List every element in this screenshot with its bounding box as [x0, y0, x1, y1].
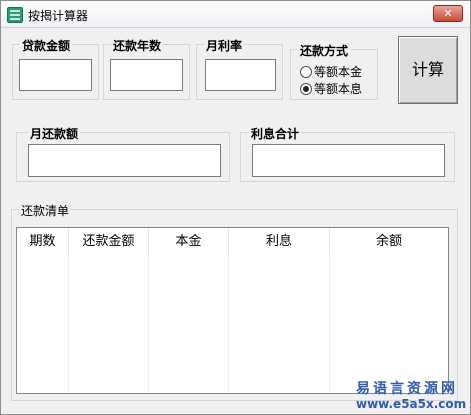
title-bar: 按揭计算器 ✕: [1, 1, 470, 28]
column-header-principal[interactable]: 本金: [149, 228, 229, 253]
window-title: 按揭计算器: [28, 9, 89, 23]
column-header-balance[interactable]: 余额: [330, 228, 448, 253]
watermark-text: 易语言资源网: [356, 381, 458, 397]
column-divider: [228, 253, 229, 393]
loan-years-input[interactable]: [110, 59, 183, 91]
column-header-interest[interactable]: 利息: [229, 228, 330, 253]
loan-amount-label: 贷款金额: [20, 37, 72, 54]
schedule-table[interactable]: 期数 还款金额 本金 利息 余额: [16, 227, 449, 394]
column-divider: [329, 253, 330, 393]
watermark-url: www.e5a5x.com: [356, 397, 467, 411]
total-interest-label: 利息合计: [249, 125, 302, 142]
schedule-label: 还款清单: [19, 202, 72, 219]
monthly-rate-group: 月利率: [196, 37, 283, 100]
loan-years-group: 还款年数: [103, 37, 190, 100]
column-divider: [148, 253, 149, 393]
monthly-rate-input[interactable]: [205, 59, 276, 91]
repayment-method-group: 还款方式 等额本金 等额本息: [290, 42, 378, 100]
column-header-payment[interactable]: 还款金额: [69, 228, 149, 253]
loan-amount-input[interactable]: [19, 59, 92, 91]
table-header: 期数 还款金额 本金 利息 余额: [17, 228, 448, 253]
loan-amount-group: 贷款金额: [12, 37, 99, 100]
monthly-payment-output[interactable]: [28, 144, 221, 177]
radio-circle-unchecked: [300, 66, 312, 78]
radio-equal-principal[interactable]: 等额本金: [300, 63, 362, 79]
column-divider: [68, 253, 69, 393]
loan-years-label: 还款年数: [111, 37, 163, 54]
column-header-period[interactable]: 期数: [17, 228, 69, 253]
total-interest-output[interactable]: [252, 144, 445, 177]
close-button[interactable]: ✕: [433, 5, 463, 22]
monthly-rate-label: 月利率: [204, 37, 245, 54]
calculate-button[interactable]: 计算: [398, 36, 458, 104]
radio-equal-principal-label: 等额本金: [314, 65, 363, 79]
monthly-payment-group: 月还款额: [16, 125, 230, 182]
total-interest-group: 利息合计: [240, 125, 455, 182]
app-window: 按揭计算器 ✕ 贷款金额 还款年数 月利率 还款方式 等额本金 等额本息 计算 …: [0, 0, 471, 415]
repayment-method-label: 还款方式: [298, 42, 351, 59]
calculator-app-icon: [7, 7, 23, 23]
radio-equal-installment[interactable]: 等额本息: [300, 80, 362, 96]
radio-circle-checked: [300, 83, 312, 95]
radio-equal-installment-label: 等额本息: [314, 82, 363, 96]
monthly-payment-label: 月还款额: [28, 125, 81, 142]
